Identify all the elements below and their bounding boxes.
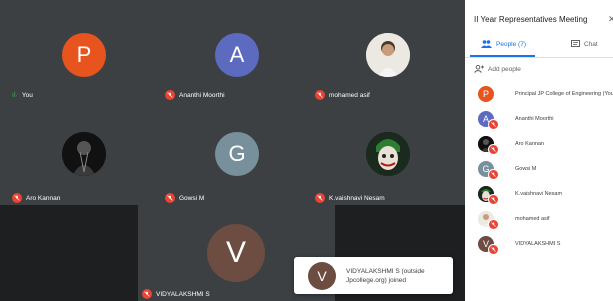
participant-row[interactable]: mohamed asif xyxy=(478,209,613,231)
mic-off-icon xyxy=(488,119,499,130)
participant-name: Gowsi M xyxy=(179,194,205,202)
participant-row[interactable]: P ıl· Principal JP College of Engineerin… xyxy=(478,84,613,106)
tile-name-row: VIDYALAKSHMI S xyxy=(142,289,210,299)
avatar: V xyxy=(207,224,265,282)
tile-vaishnavi[interactable]: K.vaishnavi Nesam xyxy=(310,105,465,205)
participant-name: VIDYALAKSHMI S xyxy=(156,290,210,298)
participant-name: mohamed asif xyxy=(515,216,550,222)
mic-off-icon xyxy=(315,193,325,203)
participant-row[interactable]: A Ananthi Moorthi xyxy=(478,109,613,131)
add-person-icon xyxy=(474,65,484,73)
people-icon xyxy=(481,40,492,48)
mic-off-icon xyxy=(12,193,22,203)
tile-name-row: K.vaishnavi Nesam xyxy=(315,193,385,203)
participant-row[interactable]: V VIDYALAKSHMI S xyxy=(478,234,613,256)
join-notification[interactable]: V VIDYALAKSHMI S (outside Jpcollege.org)… xyxy=(294,257,453,294)
add-people-label: Add people xyxy=(488,65,521,73)
mic-off-icon xyxy=(488,244,499,255)
mic-off-icon xyxy=(488,144,499,155)
person-photo xyxy=(366,33,410,77)
panel-title: II Year Representatives Meeting xyxy=(474,15,588,24)
participant-name: Gowsi M xyxy=(515,166,537,172)
participant-name: You xyxy=(21,92,33,99)
participant-name: K.vaishnavi Nesam xyxy=(329,194,385,202)
add-people-button[interactable]: Add people xyxy=(474,65,521,73)
speaking-icon: ıl· xyxy=(12,92,18,99)
mic-off-icon xyxy=(488,169,499,180)
tile-name-row: mohamed asif xyxy=(315,90,370,100)
notification-message: VIDYALAKSHMI S (outside Jpcollege.org) j… xyxy=(346,267,425,284)
mic-off-icon xyxy=(165,90,175,100)
avatar: A xyxy=(215,33,259,77)
tile-aro[interactable]: Aro Kannan xyxy=(0,105,155,205)
mic-off-icon xyxy=(488,219,499,230)
participant-name: Ananthi Moorthi xyxy=(179,91,225,99)
avatar: G xyxy=(215,132,259,176)
mic-off-icon xyxy=(142,289,152,299)
participant-name: mohamed asif xyxy=(329,91,370,99)
tab-people[interactable]: People (7) xyxy=(481,40,526,48)
people-panel: II Year Representatives Meeting ✕ People… xyxy=(465,0,613,301)
tile-ananthi[interactable]: A Ananthi Moorthi xyxy=(155,0,310,105)
participant-name: K.vaishnavi Nesam xyxy=(515,191,563,197)
participant-name: VIDYALAKSHMI S xyxy=(515,241,561,247)
participant-name: Principal JP College of Engineering (You… xyxy=(515,91,613,97)
avatar: P xyxy=(62,33,106,77)
tile-name-row: Aro Kannan xyxy=(12,193,60,203)
participant-name: Aro Kannan xyxy=(515,141,545,147)
avatar: V xyxy=(308,261,336,290)
joker-photo xyxy=(366,132,410,176)
tile-name-row: ıl· You xyxy=(12,92,33,99)
tile-name-row: Ananthi Moorthi xyxy=(165,90,225,100)
tile-gowsi[interactable]: G Gowsi M xyxy=(155,105,310,205)
participant-row[interactable]: Aro Kannan xyxy=(478,134,613,156)
participant-name: Ananthi Moorthi xyxy=(515,116,554,122)
tab-chat[interactable]: Chat xyxy=(571,40,598,48)
tile-asif[interactable]: mohamed asif xyxy=(310,0,465,105)
mic-off-icon xyxy=(488,194,499,205)
tile-you[interactable]: P ıl· You xyxy=(0,0,155,105)
tile-name-row: Gowsi M xyxy=(165,193,204,203)
mic-off-icon xyxy=(165,193,175,203)
tab-label: Chat xyxy=(584,40,598,48)
speaking-icon: ıl· xyxy=(489,96,494,102)
chat-icon xyxy=(571,40,580,47)
video-grid: P ıl· You A Ananthi Moorthi mohamed asif… xyxy=(0,0,465,301)
empty-tile xyxy=(0,205,138,301)
mic-off-icon xyxy=(315,90,325,100)
divider xyxy=(465,57,613,58)
close-icon[interactable]: ✕ xyxy=(608,14,613,25)
participant-name: Aro Kannan xyxy=(26,194,61,202)
participant-row[interactable]: K.vaishnavi Nesam xyxy=(478,184,613,206)
tab-label: People (7) xyxy=(496,40,526,48)
dark-portrait-photo xyxy=(62,132,106,176)
participant-row[interactable]: G Gowsi M xyxy=(478,159,613,181)
